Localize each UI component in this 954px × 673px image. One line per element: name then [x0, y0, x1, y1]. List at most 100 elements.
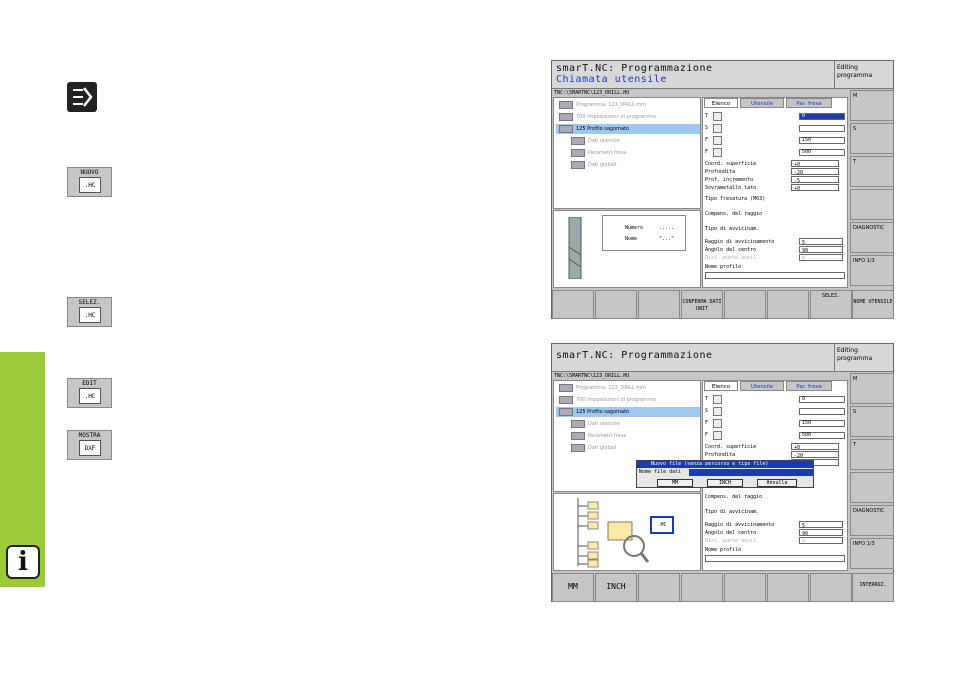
spindle-s-field[interactable]: S [705, 407, 847, 416]
profile-name-row: Nome profilo [705, 264, 742, 270]
settings-icon [559, 112, 573, 121]
tab-par-fresa[interactable]: Par. fresa [786, 98, 832, 108]
softkey-6[interactable] [767, 573, 809, 602]
mm-softkey[interactable]: MM [552, 573, 594, 602]
radius-comp-row[interactable]: Compens. del raggio [705, 493, 847, 501]
form-row: Coord. superficie +0 [705, 443, 847, 451]
profile-name-input[interactable] [705, 555, 845, 562]
new-file-icon: .HC [650, 516, 674, 534]
tool-t-field[interactable]: T0 [705, 112, 847, 121]
feed-f-field[interactable]: F 150 [705, 419, 847, 428]
inch-button[interactable]: INCH [707, 479, 743, 487]
tree-item[interactable]: Programma: 123_DRILL mm [556, 383, 700, 393]
search-folder-icon [607, 521, 650, 563]
tree-item[interactable]: Dati globali [568, 443, 712, 453]
softkey-4[interactable] [681, 573, 723, 602]
tab-utensile[interactable]: Utensile [740, 381, 784, 391]
milling-type-row[interactable]: Tipo fresatura (M03) [705, 195, 847, 203]
tab-utensile[interactable]: Utensile [740, 98, 784, 108]
screen-header: smarT.NC: Programmazione Chiamata utensi… [552, 61, 893, 89]
confirm-unit-softkey[interactable]: CONFERMA DATI UNIT [681, 290, 723, 319]
radius-comp-row[interactable]: Compens. del raggio [705, 210, 847, 218]
t-softkey[interactable]: T [850, 439, 894, 470]
feed-f2-field[interactable]: F 500 [705, 431, 847, 440]
form-row: Profondita -20 [705, 451, 847, 459]
softkey-6[interactable] [767, 290, 809, 319]
diagnostic-softkey[interactable]: DIAGNOSTIC [850, 222, 894, 253]
dialog-label: Nome file dati [639, 469, 682, 475]
info-softkey[interactable]: INFO 1/3 [850, 255, 894, 286]
profile-name-row: Nome profilo [705, 547, 742, 553]
blank-softkey[interactable] [850, 189, 894, 220]
tab-elenco[interactable]: Elenco [704, 98, 738, 108]
settings-icon [559, 395, 573, 404]
plunge-icon [713, 136, 722, 145]
softkey-3[interactable] [638, 573, 680, 602]
tool-name-softkey[interactable]: NOME UTENSILE [852, 290, 894, 319]
form-row: Angolo del centro 90 [705, 529, 847, 537]
tab-par-fresa[interactable]: Par. fresa [786, 381, 832, 391]
contour-icon [559, 124, 573, 133]
approach-type-row[interactable]: Tipo di avvicinam. [705, 508, 847, 516]
cancel-button[interactable]: Annulla [757, 479, 797, 487]
mm-button[interactable]: MM [657, 479, 693, 487]
tree-item[interactable]: 700 Impostazioni di programma [556, 395, 700, 405]
feed-f-field[interactable]: F 150 [705, 136, 847, 145]
tree-item[interactable]: Dati utensile [568, 419, 712, 429]
screen-new-file: smarT.NC: Programmazione Editing program… [551, 343, 894, 602]
nuovo-hc-softkey[interactable]: NUOVO .HC [67, 167, 112, 197]
form-row: Coord. superficie +0 [705, 160, 847, 168]
softkey-1[interactable] [552, 290, 594, 319]
file-name-input[interactable] [689, 469, 813, 476]
mill-icon [571, 431, 585, 440]
screen-title: smarT.NC: Programmazione [556, 350, 713, 361]
blank-softkey[interactable] [850, 472, 894, 503]
s-softkey[interactable]: S [850, 406, 894, 437]
approach-type-row[interactable]: Tipo di avvicinam. [705, 225, 847, 233]
interrupt-softkey[interactable]: INTERRUZ. [852, 573, 894, 602]
tab-elenco[interactable]: Elenco [704, 381, 738, 391]
mill-icon [571, 148, 585, 157]
s-softkey[interactable]: S [850, 123, 894, 154]
contour-icon [559, 407, 573, 416]
selez-hc-softkey[interactable]: SELEZ. .HC [67, 297, 112, 327]
tree-item-selected[interactable]: 125 Profilo sagomato [556, 124, 700, 134]
profile-name-input[interactable] [705, 272, 845, 279]
mode-label: Editing programma [834, 61, 893, 89]
edit-hc-softkey[interactable]: EDIT .HC [67, 378, 112, 408]
tree-item[interactable]: Programma: 123_DRILL mm [556, 100, 700, 110]
tree-item-selected[interactable]: 125 Profilo sagomato [556, 407, 700, 417]
form-row: Dist. punto ausil. 0 [705, 254, 847, 262]
softkey-3[interactable] [638, 290, 680, 319]
tree-item[interactable]: Parametri fresa [568, 431, 712, 441]
softkey-2[interactable] [595, 290, 637, 319]
info-softkey[interactable]: INFO 1/3 [850, 538, 894, 569]
inch-softkey[interactable]: INCH [595, 573, 637, 602]
feed-f2-field[interactable]: F 500 [705, 148, 847, 157]
tree-item[interactable]: Parametri fresa [568, 148, 712, 158]
tree-item[interactable]: 700 Impostazioni di programma [556, 112, 700, 122]
softkey-7[interactable] [810, 573, 852, 602]
diagnostic-softkey[interactable]: DIAGNOSTIC [850, 505, 894, 536]
tool-t-field[interactable]: T0 [705, 395, 847, 404]
program-tree: Programma: 123_DRILL mm 700 Impostazioni… [553, 97, 701, 209]
m-softkey[interactable]: M [850, 90, 894, 121]
t-softkey[interactable]: T [850, 156, 894, 187]
m-softkey[interactable]: M [850, 373, 894, 404]
mostra-dxf-softkey[interactable]: MOSTRA DXF [67, 430, 112, 460]
tree-item[interactable]: Dati globali [568, 160, 712, 170]
tool-info-box: Numero ..... Nome "..." [602, 215, 686, 251]
vertical-softkeys: M S T DIAGNOSTIC INFO 1/3 [850, 90, 894, 290]
softkey-5[interactable] [724, 573, 766, 602]
select-softkey[interactable]: SELEZ. [810, 290, 852, 319]
tool-preview: Numero ..... Nome "..." [553, 210, 701, 288]
screen-subtitle: Chiamata utensile [556, 74, 667, 85]
new-file-dialog: Nuovo file (senza percorso e tipo file) … [636, 460, 814, 488]
horizontal-softkeys: MM INCH INTERRUZ. [552, 573, 894, 602]
menu-icon [67, 82, 97, 112]
softkey-5[interactable] [724, 290, 766, 319]
spindle-s-field[interactable]: S [705, 124, 847, 133]
tree-item[interactable]: Dati utensile [568, 136, 712, 146]
form-row: Sovrametallo lato +0 [705, 184, 847, 192]
feed-icon [713, 431, 722, 440]
